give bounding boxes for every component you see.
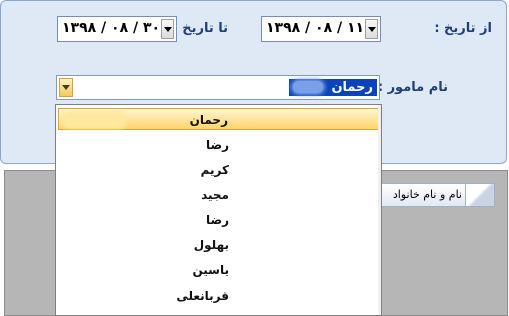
from-date-value: ۱۳۹۸ / ۰۸ / ۱۱ — [266, 20, 365, 36]
to-date-dropdown-button[interactable] — [161, 19, 174, 39]
redacted-surname — [63, 214, 83, 226]
officer-dropdown-list[interactable]: رحمان رضا کریم مجید رضا بهلول یاسین قربا… — [55, 104, 382, 316]
to-date-picker[interactable]: ۱۳۹۸ / ۰۸ / ۳۰ — [57, 16, 177, 42]
chevron-down-icon — [163, 26, 172, 32]
from-date-picker[interactable]: ۱۳۹۸ / ۰۸ / ۱۱ — [261, 16, 381, 42]
redacted-surname — [63, 164, 123, 176]
list-item[interactable]: قربانعلی — [58, 285, 379, 307]
to-date-label: تا تاریخ : — [172, 21, 228, 36]
redacted-surname — [63, 264, 103, 276]
redacted-surname — [63, 239, 103, 251]
from-date-label: از تاریخ : — [434, 21, 492, 36]
list-item-label: رضا — [205, 213, 229, 227]
officer-selected-value: رحمان — [288, 79, 377, 96]
list-item[interactable]: رضا — [58, 209, 379, 231]
redacted-surname — [63, 189, 103, 201]
officer-label: نام مامور : — [377, 80, 448, 95]
list-item-label: رضا — [205, 138, 229, 152]
redacted-surname — [64, 114, 124, 126]
list-item[interactable]: مجید — [58, 184, 379, 206]
list-item-label: یاسین — [192, 263, 229, 277]
column-header-fullname: نام و نام خانواد — [392, 188, 462, 201]
chevron-down-icon — [62, 85, 70, 90]
to-date-value: ۱۳۹۸ / ۰۸ / ۳۰ — [62, 20, 161, 36]
list-item-label: بهلول — [193, 238, 229, 252]
list-item-label: قربانعلی — [176, 289, 229, 303]
list-item[interactable]: رضا — [58, 134, 379, 156]
redacted-surname — [292, 81, 323, 93]
list-item[interactable]: رحمان — [58, 108, 379, 130]
list-item-label: کریم — [200, 163, 229, 177]
chevron-down-icon — [367, 26, 376, 32]
redacted-surname — [63, 290, 133, 302]
select-all-corner[interactable] — [465, 184, 494, 206]
list-item[interactable]: بهلول — [58, 234, 379, 256]
list-item[interactable]: یاسین — [58, 259, 379, 281]
grid-column-header[interactable]: نام و نام خانواد — [377, 183, 495, 207]
list-item[interactable]: کریم — [58, 159, 379, 181]
officer-dropdown-button[interactable] — [59, 78, 73, 97]
officer-combobox[interactable]: رحمان — [56, 75, 380, 100]
list-item-label: مجید — [201, 188, 229, 202]
redacted-surname — [63, 139, 83, 151]
dropdown-scrollbar[interactable] — [378, 105, 381, 315]
from-date-dropdown-button[interactable] — [365, 19, 378, 39]
list-item-label: رحمان — [189, 113, 228, 127]
